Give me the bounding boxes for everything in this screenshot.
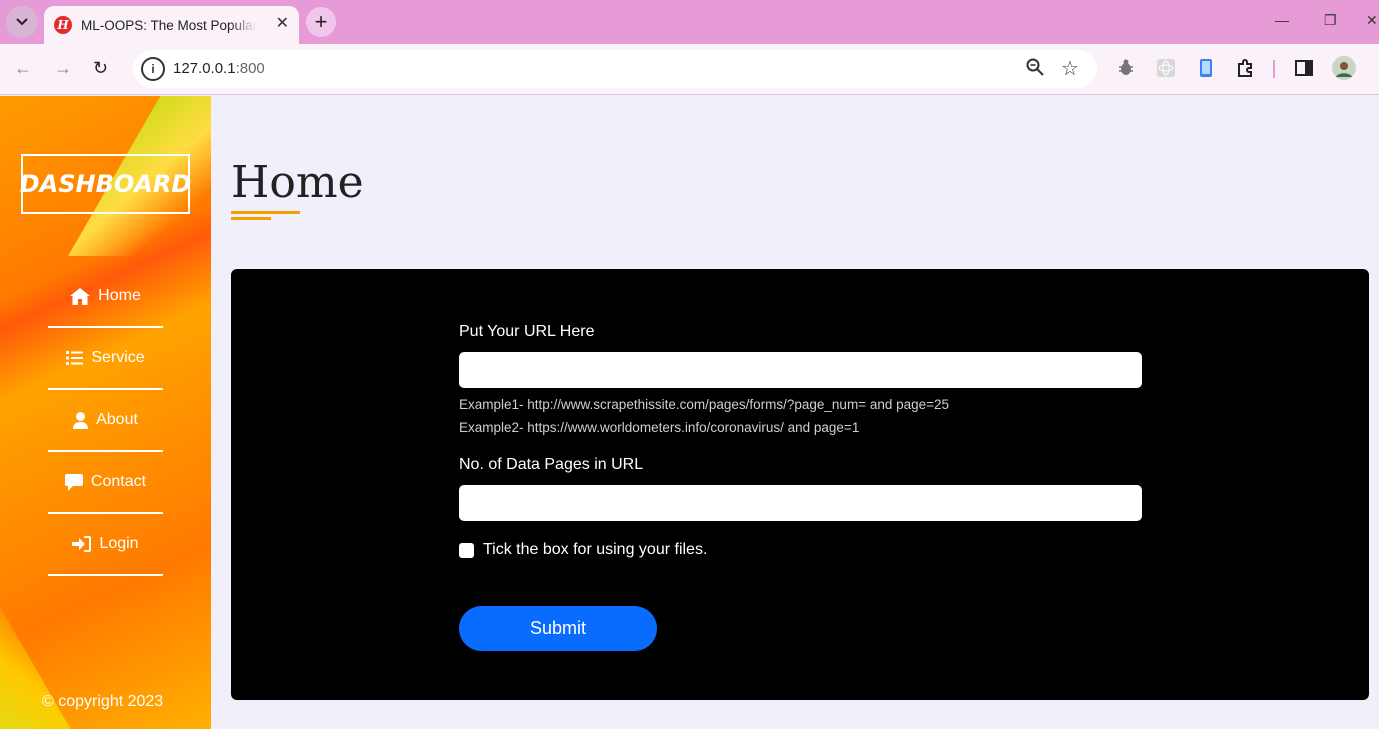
url-input[interactable] [459, 352, 1142, 388]
browser-tabbar: H ML-OOPS: The Most Popular W ✕ + — ❐ ✕ [0, 0, 1379, 44]
bug-extension-icon[interactable] [1116, 58, 1136, 78]
login-icon [72, 536, 92, 552]
sidebar-item-home[interactable]: Home [48, 266, 163, 328]
title-underline [231, 211, 300, 214]
phone-extension-icon[interactable] [1196, 58, 1216, 78]
sidebar-item-contact[interactable]: Contact [48, 452, 163, 514]
list-icon [66, 351, 84, 365]
tab-title: ML-OOPS: The Most Popular W [81, 17, 256, 33]
sidebar-item-label: Service [91, 349, 145, 366]
example-2: Example2- https://www.worldometers.info/… [459, 420, 860, 435]
use-files-row: Tick the box for using your files. [459, 541, 1142, 559]
sidebar-item-login[interactable]: Login [48, 514, 163, 576]
sidebar-item-label: About [96, 411, 138, 428]
sidepanel-icon[interactable] [1294, 58, 1314, 78]
sidebar-item-label: Contact [90, 473, 147, 490]
sidebar-item-label: Home [98, 287, 141, 304]
restore-icon[interactable]: ❐ [1324, 12, 1337, 29]
close-icon[interactable]: ✕ [276, 15, 289, 33]
sidebar: DASHBOARD Home Service About Contact Log… [0, 96, 211, 729]
pages-input[interactable] [459, 485, 1142, 521]
minimize-icon[interactable]: — [1275, 12, 1289, 28]
sidebar-item-about[interactable]: About [48, 390, 163, 452]
sidebar-item-label: Login [99, 535, 139, 552]
react-extension-icon[interactable] [1156, 58, 1176, 78]
close-window-icon[interactable]: ✕ [1366, 12, 1378, 29]
url-label: Put Your URL Here [459, 323, 595, 340]
plus-icon: + [314, 9, 328, 34]
reload-icon[interactable]: ↻ [93, 58, 108, 78]
checkbox-label: Tick the box for using your files. [483, 541, 708, 558]
zoom-icon[interactable] [1026, 58, 1044, 81]
profile-icon[interactable] [1332, 56, 1356, 80]
home-icon [70, 287, 91, 305]
star-icon[interactable]: ☆ [1061, 56, 1079, 81]
copyright-text: © copyright 2023 [42, 693, 164, 710]
chevron-down-icon [16, 18, 28, 26]
comment-icon [64, 473, 83, 491]
extension-icon[interactable] [1236, 58, 1256, 78]
user-icon [73, 411, 89, 429]
new-tab-button[interactable]: + [306, 7, 336, 37]
sidebar-nav: Home Service About Contact Login [48, 266, 163, 576]
url-text[interactable]: 127.0.0.1:800 [173, 60, 265, 77]
tab-favicon: H [54, 16, 72, 34]
tab-search-button[interactable] [6, 6, 38, 38]
back-icon[interactable]: ← [14, 58, 32, 78]
browser-tab[interactable]: H ML-OOPS: The Most Popular W ✕ [44, 6, 299, 44]
address-bar[interactable]: i 127.0.0.1:800 ☆ [133, 50, 1097, 88]
submit-button[interactable]: Submit [459, 606, 657, 651]
use-files-checkbox[interactable] [459, 542, 474, 558]
toolbar-divider [1273, 60, 1275, 78]
page-title: Home [231, 157, 364, 208]
info-icon[interactable]: i [141, 57, 165, 81]
pages-label: No. of Data Pages in URL [459, 456, 644, 473]
dashboard-logo[interactable]: DASHBOARD [20, 154, 191, 214]
example-1: Example1- http://www.scrapethissite.com/… [459, 397, 950, 412]
title-underline-short [231, 217, 271, 220]
sidebar-item-service[interactable]: Service [48, 328, 163, 390]
url-host: 127.0.0.1 [173, 60, 236, 77]
scrape-form: Put Your URL Here Example1- http://www.s… [459, 323, 1142, 559]
forward-icon[interactable]: → [54, 58, 72, 78]
form-panel: Put Your URL Here Example1- http://www.s… [231, 269, 1369, 700]
url-port: :800 [235, 60, 265, 77]
